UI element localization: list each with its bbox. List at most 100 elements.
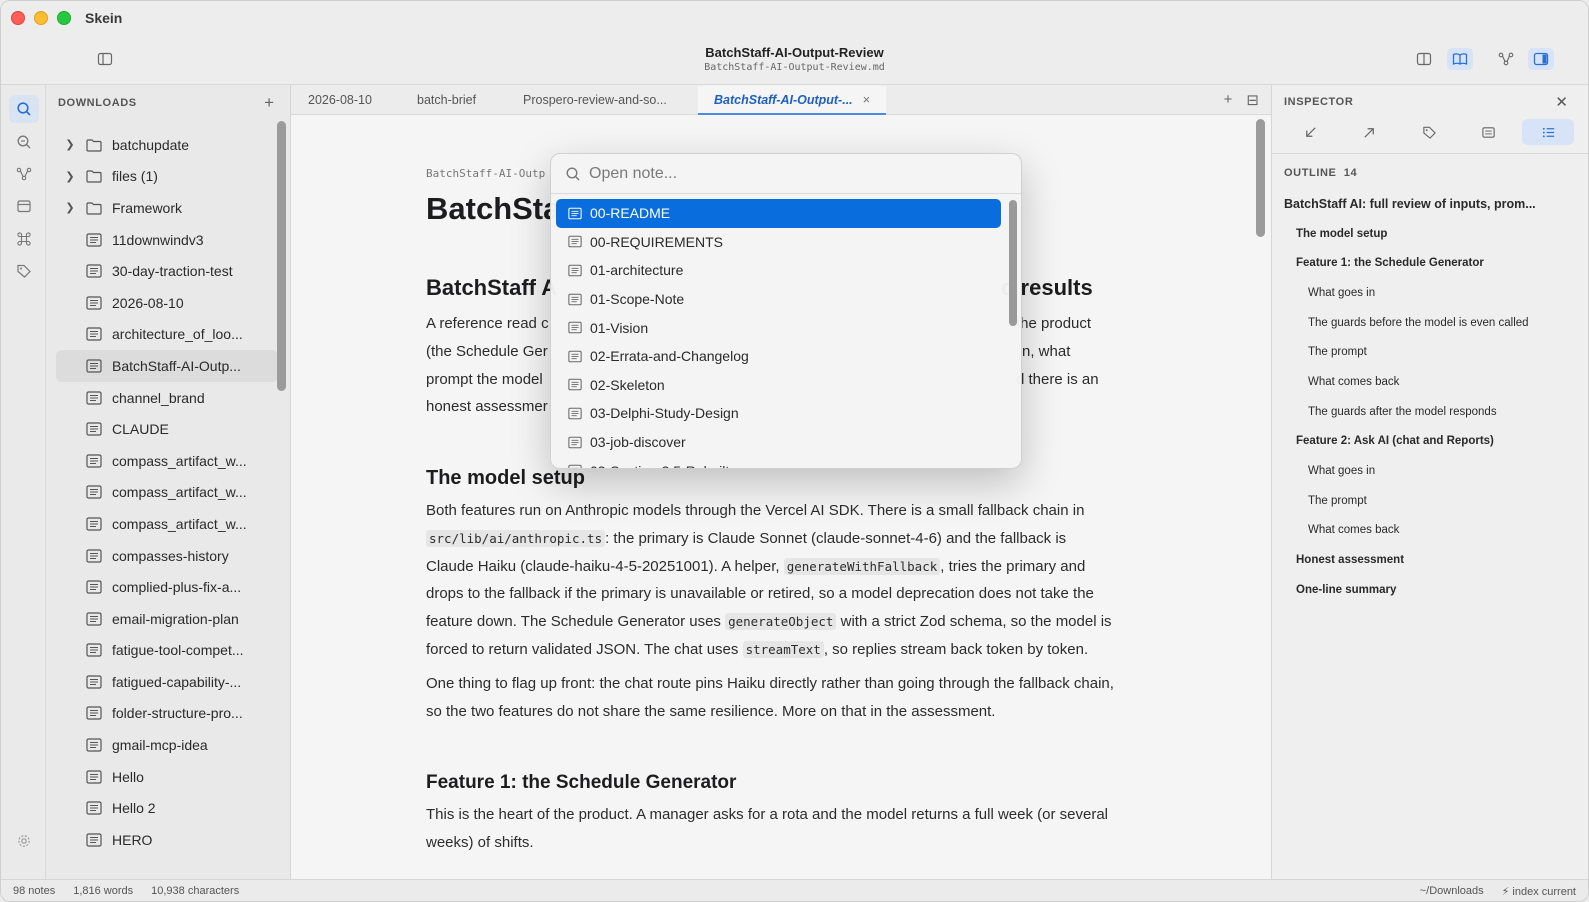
rail-calendar-button[interactable]	[9, 192, 39, 220]
note-icon	[86, 706, 102, 721]
sidebar-note[interactable]: fatigue-tool-compet...	[56, 635, 278, 667]
split-view-button[interactable]	[1411, 48, 1437, 70]
icon-rail	[1, 85, 46, 879]
outline-item[interactable]: The guards before the model is even call…	[1284, 308, 1574, 338]
sidebar-note[interactable]: Hello 2	[56, 792, 278, 824]
sidebar-note[interactable]: 2026-08-10	[56, 287, 278, 319]
outline-item[interactable]: What comes back	[1284, 367, 1574, 397]
note-icon	[86, 643, 102, 657]
tags-button[interactable]	[1403, 119, 1455, 145]
outline-button[interactable]	[1522, 119, 1574, 145]
outline-item[interactable]: BatchStaff AI: full review of inputs, pr…	[1284, 189, 1574, 219]
new-tab-button[interactable]: +	[1224, 91, 1233, 109]
sidebar-note[interactable]: compass_artifact_w...	[56, 445, 278, 477]
sidebar-note[interactable]: 11downwindv3	[56, 224, 278, 256]
outline-item[interactable]: What goes in	[1284, 278, 1574, 308]
rail-graph-button[interactable]	[9, 160, 39, 188]
editor-scrollbar[interactable]	[1256, 119, 1265, 237]
palette-result-label: 00-REQUIREMENTS	[590, 233, 724, 250]
zoom-window-button[interactable]	[57, 11, 71, 25]
sidebar-note[interactable]: complied-plus-fix-a...	[56, 571, 278, 603]
note-icon	[86, 232, 102, 247]
palette-result-item[interactable]: 03-Section-3.5-Rebuilt	[556, 456, 1001, 468]
close-window-button[interactable]	[11, 11, 25, 25]
sidebar-folder[interactable]: ❯ batchupdate	[56, 129, 278, 161]
rail-find-button[interactable]	[9, 128, 39, 156]
sidebar-note[interactable]: channel_brand	[56, 382, 278, 414]
heading-feature-1: Feature 1: the Schedule Generator	[426, 772, 737, 793]
outline-item[interactable]: What comes back	[1284, 516, 1574, 546]
sidebar-note[interactable]: compass_artifact_w...	[56, 508, 278, 540]
outline-item[interactable]: One-line summary	[1284, 575, 1574, 605]
rail-settings-button[interactable]	[9, 827, 39, 855]
backlinks-button[interactable]	[1284, 119, 1336, 145]
chevron-right-icon[interactable]: ❯	[62, 170, 78, 183]
reading-mode-button[interactable]	[1447, 48, 1473, 70]
sidebar-note[interactable]: compasses-history	[56, 540, 278, 572]
status-right: ~/Downloads ⚡ index current	[1420, 885, 1576, 898]
sidebar-note[interactable]: BatchStaff-AI-Outp...	[56, 350, 278, 382]
outline-item[interactable]: The model setup	[1284, 219, 1574, 249]
sidebar-note[interactable]: email-migration-plan	[56, 603, 278, 635]
close-tab-button[interactable]: ×	[863, 92, 871, 107]
sidebar-note[interactable]: 30-day-traction-test	[56, 255, 278, 287]
palette-result-item[interactable]: 01-Scope-Note	[556, 285, 1001, 314]
sidebar-note[interactable]: CLAUDE	[56, 413, 278, 445]
palette-result-item[interactable]: 01-Vision	[556, 313, 1001, 342]
palette-results: 00-README 00-REQUIREMENTS 01-architecture 0…	[556, 199, 1001, 468]
minimize-window-button[interactable]	[34, 11, 48, 25]
sidebar-note[interactable]: gmail-mcp-idea	[56, 729, 278, 761]
palette-scrollbar[interactable]	[1009, 200, 1017, 326]
close-inspector-button[interactable]: ✕	[1555, 93, 1568, 111]
tab-prospero-review[interactable]: Prospero-review-and-so...	[523, 85, 667, 115]
sidebar-note[interactable]: compass_artifact_w...	[56, 477, 278, 509]
sidebar-scrollbar[interactable]	[277, 121, 286, 391]
outline-item[interactable]: The guards after the model responds	[1284, 397, 1574, 427]
palette-result-item[interactable]: 02-Skeleton	[556, 371, 1001, 400]
outgoing-links-button[interactable]	[1344, 119, 1396, 145]
outline-item[interactable]: The prompt	[1284, 486, 1574, 516]
sidebar-note[interactable]: HERO	[56, 824, 278, 856]
new-note-button[interactable]: +	[264, 93, 274, 113]
palette-result-item[interactable]: 03-job-discover	[556, 428, 1001, 457]
sidebar-item-label: Hello 2	[112, 800, 156, 817]
outline-item[interactable]: What goes in	[1284, 456, 1574, 486]
tab-batchstaff-review[interactable]: BatchStaff-AI-Output-... ×	[698, 85, 887, 115]
toggle-inspector-button[interactable]	[1528, 48, 1554, 70]
palette-result-item[interactable]: 03-Delphi-Study-Design	[556, 399, 1001, 428]
outline-item[interactable]: Feature 1: the Schedule Generator	[1284, 248, 1574, 278]
rail-search-button[interactable]	[9, 95, 39, 123]
app-window: Skein BatchStaff-AI-Output-Review BatchS…	[0, 0, 1589, 902]
sidebar-note[interactable]: architecture_of_loo...	[56, 319, 278, 351]
palette-result-item[interactable]: 00-REQUIREMENTS	[556, 228, 1001, 257]
sidebar-item-label: 30-day-traction-test	[112, 263, 233, 280]
tab-2026-08-10[interactable]: 2026-08-10	[308, 85, 372, 115]
rail-commands-button[interactable]	[9, 225, 39, 253]
outline-item[interactable]: Feature 2: Ask AI (chat and Reports)	[1284, 427, 1574, 457]
sidebar-note[interactable]: folder-structure-pro...	[56, 698, 278, 730]
palette-result-item[interactable]: 00-README	[556, 199, 1001, 228]
vault-path[interactable]: ~/Downloads	[1420, 885, 1484, 898]
tab-batch-brief[interactable]: batch-brief	[417, 85, 476, 115]
chevron-right-icon[interactable]: ❯	[62, 138, 78, 151]
properties-button[interactable]	[1463, 119, 1515, 145]
sidebar-note[interactable]: Hello	[56, 761, 278, 793]
file-sidebar: DOWNLOADS + ❯ batchupdate ❯ files (1) ❯ Frame…	[46, 85, 291, 879]
outline-item[interactable]: Honest assessment	[1284, 545, 1574, 575]
rail-tags-button[interactable]	[9, 257, 39, 285]
open-note-input[interactable]	[589, 162, 1009, 186]
folder-icon	[86, 139, 102, 152]
outline-item[interactable]: The prompt	[1284, 337, 1574, 367]
palette-result-item[interactable]: 02-Errata-and-Changelog	[556, 342, 1001, 371]
split-tab-button[interactable]: ⊟	[1246, 91, 1259, 109]
intro-line: n, what	[1022, 342, 1071, 360]
sidebar-folder[interactable]: ❯ Framework	[56, 192, 278, 224]
graph-view-button[interactable]	[1493, 48, 1519, 70]
palette-result-item[interactable]: 01-architecture	[556, 256, 1001, 285]
sidebar-folder[interactable]: ❯ files (1)	[56, 161, 278, 193]
note-icon	[568, 293, 582, 305]
chevron-right-icon[interactable]: ❯	[62, 201, 78, 214]
note-icon	[568, 407, 582, 420]
breadcrumb: BatchStaff-AI-Outp	[426, 167, 546, 180]
sidebar-note[interactable]: fatigued-capability-...	[56, 666, 278, 698]
